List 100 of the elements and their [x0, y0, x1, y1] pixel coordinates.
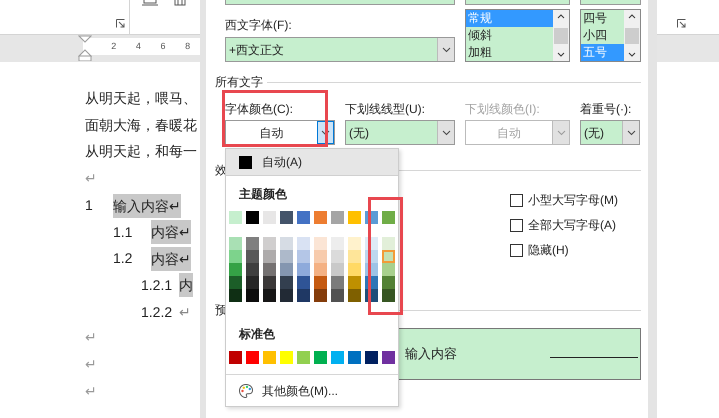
color-swatch[interactable] [246, 237, 259, 250]
color-swatch[interactable] [246, 276, 259, 289]
color-swatch[interactable] [229, 211, 242, 224]
color-swatch[interactable] [280, 263, 293, 276]
color-swatch[interactable] [348, 263, 361, 276]
list-item[interactable]: 倾斜 [466, 27, 553, 44]
color-swatch[interactable] [331, 263, 344, 276]
automatic-color-item[interactable]: 自动(A) [226, 149, 398, 176]
list-box[interactable]: 四号 小四 五号 [580, 9, 641, 62]
color-swatch[interactable] [314, 211, 327, 224]
font-color-icon[interactable] [142, 0, 160, 7]
color-swatch[interactable] [348, 289, 361, 302]
color-swatch[interactable] [314, 276, 327, 289]
color-swatch[interactable] [246, 289, 259, 302]
checkbox[interactable] [510, 244, 523, 256]
color-swatch[interactable] [229, 289, 242, 302]
color-swatch[interactable] [297, 237, 310, 250]
chevron-down-icon [442, 46, 450, 52]
color-swatch[interactable] [263, 276, 276, 289]
color-swatch[interactable] [229, 237, 242, 250]
checkbox-row[interactable]: 隐藏(H) [510, 242, 641, 258]
list-item[interactable]: 加粗 [466, 44, 553, 61]
color-swatch[interactable] [297, 276, 310, 289]
heading-text: 内容↵ [151, 246, 191, 271]
dialog-launcher-icon[interactable] [116, 19, 125, 28]
color-swatch[interactable] [331, 289, 344, 302]
indent-marker-icon[interactable] [78, 35, 92, 61]
color-swatch[interactable] [280, 351, 293, 364]
color-swatch[interactable] [297, 289, 310, 302]
color-swatch[interactable] [246, 211, 259, 224]
scroll-up-icon[interactable] [557, 14, 565, 19]
color-swatch[interactable] [348, 250, 361, 263]
heading-number: 1.2.2 [141, 302, 174, 322]
color-swatch[interactable] [263, 250, 276, 263]
color-swatch[interactable] [382, 237, 395, 250]
color-swatch[interactable] [297, 250, 310, 263]
color-swatch[interactable] [348, 237, 361, 250]
checkbox[interactable] [510, 194, 523, 206]
color-swatch[interactable] [365, 351, 378, 364]
color-swatch[interactable] [314, 351, 327, 364]
color-swatch[interactable] [382, 263, 395, 276]
color-swatch[interactable] [263, 263, 276, 276]
scroll-down-icon[interactable] [628, 52, 636, 57]
color-swatch[interactable] [314, 289, 327, 302]
color-swatch[interactable] [263, 289, 276, 302]
table-icon[interactable] [174, 0, 186, 6]
more-colors-item[interactable]: 其他颜色(M)... [226, 381, 398, 401]
dropdown[interactable]: (无) [580, 120, 640, 145]
color-swatch[interactable] [348, 276, 361, 289]
dialog-launcher-icon[interactable] [677, 19, 686, 28]
color-swatch[interactable] [246, 263, 259, 276]
color-swatch[interactable] [382, 289, 395, 302]
color-swatch[interactable] [348, 351, 361, 364]
color-swatch[interactable] [229, 351, 242, 364]
list-item[interactable]: 小四 [581, 27, 624, 44]
color-swatch[interactable] [382, 250, 395, 263]
font-field[interactable] [225, 0, 455, 5]
color-swatch[interactable] [263, 211, 276, 224]
dropdown[interactable]: 自动 [225, 120, 335, 145]
color-swatch[interactable] [297, 351, 310, 364]
color-swatch[interactable] [229, 263, 242, 276]
scroll-up-icon[interactable] [628, 14, 636, 19]
font-style-field[interactable] [465, 0, 570, 5]
list-item[interactable]: 四号 [581, 10, 624, 27]
checkbox-row[interactable]: 全部大写字母(A) [510, 217, 641, 233]
paragraph-mark: ↵ [85, 382, 97, 401]
color-swatch[interactable] [280, 289, 293, 302]
color-swatch[interactable] [331, 351, 344, 364]
color-swatch[interactable] [382, 351, 395, 364]
color-swatch[interactable] [331, 237, 344, 250]
color-swatch[interactable] [280, 211, 293, 224]
color-swatch[interactable] [229, 276, 242, 289]
color-swatch[interactable] [382, 211, 395, 224]
color-swatch[interactable] [297, 211, 310, 224]
color-swatch[interactable] [348, 211, 361, 224]
color-swatch[interactable] [297, 263, 310, 276]
color-swatch[interactable] [280, 237, 293, 250]
color-swatch[interactable] [331, 250, 344, 263]
color-swatch[interactable] [331, 276, 344, 289]
color-swatch[interactable] [314, 237, 327, 250]
dropdown[interactable]: +西文正文 [225, 37, 455, 62]
checkbox[interactable] [510, 218, 523, 232]
color-swatch[interactable] [382, 276, 395, 289]
scroll-down-icon[interactable] [557, 52, 565, 57]
font-size-field[interactable] [580, 0, 641, 5]
color-swatch[interactable] [263, 351, 276, 364]
color-swatch[interactable] [229, 250, 242, 263]
color-swatch[interactable] [331, 211, 344, 224]
dropdown[interactable]: (无) [345, 120, 455, 145]
color-swatch[interactable] [263, 237, 276, 250]
color-swatch[interactable] [280, 250, 293, 263]
list-box[interactable]: 常规 倾斜 加粗 [465, 9, 570, 62]
color-swatch[interactable] [314, 263, 327, 276]
color-swatch[interactable] [246, 351, 259, 364]
checkbox-row[interactable]: 小型大写字母(M) [510, 192, 641, 208]
color-swatch[interactable] [314, 250, 327, 263]
scrollbar[interactable] [553, 10, 569, 61]
scrollbar[interactable] [624, 10, 640, 61]
color-swatch[interactable] [280, 276, 293, 289]
color-swatch[interactable] [246, 250, 259, 263]
